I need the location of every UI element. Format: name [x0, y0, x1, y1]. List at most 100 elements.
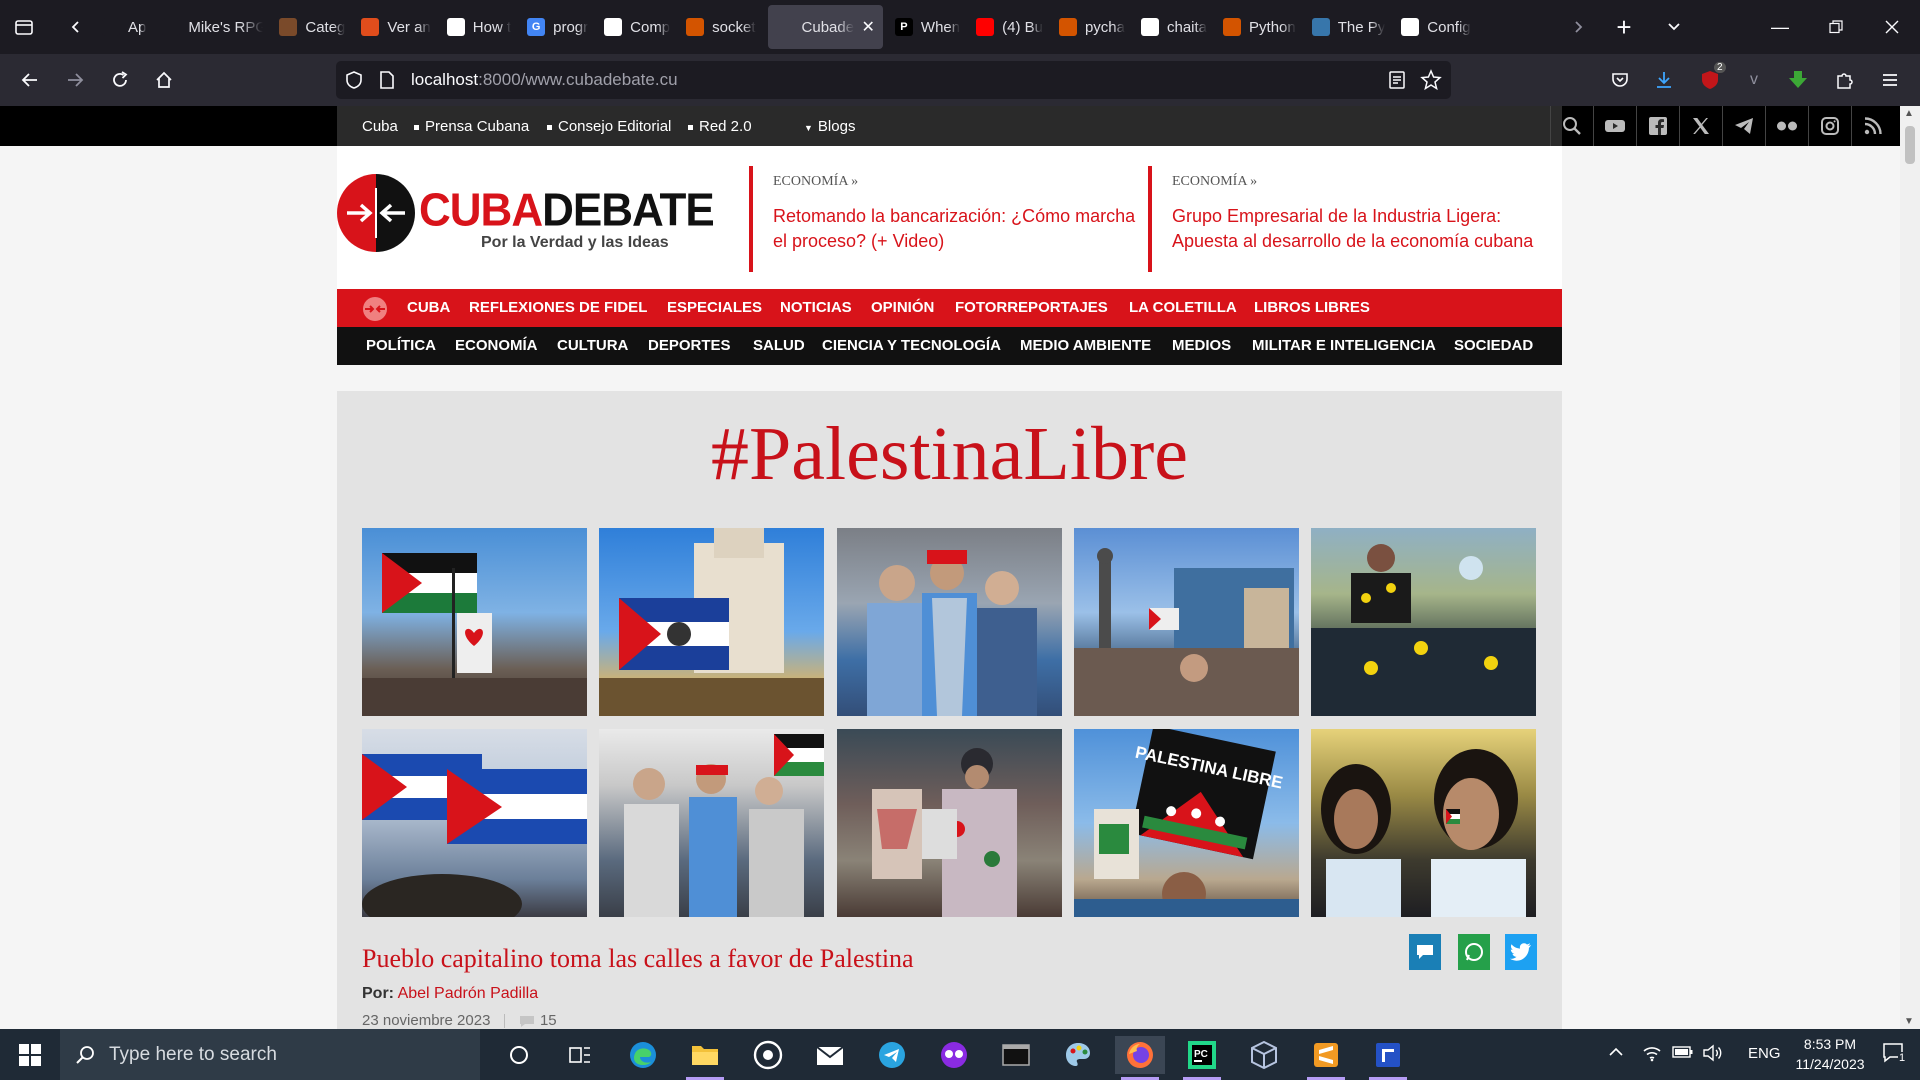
- gallery-photo[interactable]: PALESTINA LIBRE: [1074, 729, 1299, 917]
- headline-category[interactable]: ECONOMÍA »: [1172, 174, 1558, 190]
- menu-noticias[interactable]: NOTICIAS: [780, 299, 852, 316]
- ide-app[interactable]: [1363, 1036, 1413, 1080]
- pycharm-app[interactable]: PC: [1177, 1036, 1227, 1080]
- youtube-icon[interactable]: [1593, 106, 1636, 146]
- toplink-red-20[interactable]: Red 2.0: [688, 118, 752, 135]
- extensions-button[interactable]: [1826, 62, 1862, 98]
- reload-button[interactable]: [102, 62, 138, 98]
- firefox-app[interactable]: [1115, 1036, 1165, 1080]
- ublock-extension-button[interactable]: 2: [1692, 62, 1728, 98]
- gallery-photo[interactable]: [837, 729, 1062, 917]
- facebook-icon[interactable]: [1636, 106, 1679, 146]
- start-button[interactable]: [5, 1036, 55, 1074]
- clock[interactable]: 8:53 PM 11/24/2023: [1790, 1034, 1870, 1074]
- paint-app[interactable]: [1053, 1036, 1103, 1074]
- menu-medios[interactable]: MEDIOS: [1172, 337, 1231, 354]
- browser-tab[interactable]: Config: [1393, 5, 1478, 49]
- gallery-photo[interactable]: [1311, 729, 1536, 917]
- gallery-photo[interactable]: [599, 729, 824, 917]
- comment-count[interactable]: 15: [540, 1012, 557, 1029]
- feature-hashtag[interactable]: #PalestinaLibre: [337, 411, 1562, 498]
- menu-reflexiones-de-fidel[interactable]: REFLEXIONES DE FIDEL: [469, 299, 647, 316]
- headline-link[interactable]: Grupo Empresarial de la Industria Ligera…: [1172, 204, 1558, 254]
- share-chat-button[interactable]: [1409, 934, 1441, 970]
- article-title[interactable]: Pueblo capitalino toma las calles a favo…: [362, 944, 914, 974]
- menu-ciencia-y-tecnologia[interactable]: CIENCIA Y TECNOLOGÍA: [822, 337, 1001, 354]
- address-bar[interactable]: localhost:8000/www.cubadebate.cu: [336, 61, 1451, 99]
- browser-tab[interactable]: chaita: [1133, 5, 1215, 49]
- list-all-tabs-button[interactable]: [1654, 7, 1694, 47]
- gallery-photo[interactable]: [362, 528, 587, 716]
- browser-tab[interactable]: pycha: [1051, 5, 1133, 49]
- menu-medio-ambiente[interactable]: MEDIO AMBIENTE: [1020, 337, 1151, 354]
- telegram-icon[interactable]: [1722, 106, 1765, 146]
- menu-economia[interactable]: ECONOMÍA: [455, 337, 538, 354]
- gallery-photo[interactable]: [1074, 528, 1299, 716]
- headline-category[interactable]: ECONOMÍA »: [773, 174, 1139, 190]
- browser-tab[interactable]: How t: [439, 5, 519, 49]
- menu-cuba[interactable]: CUBA: [407, 299, 450, 316]
- menu-cultura[interactable]: CULTURA: [557, 337, 628, 354]
- browser-tab[interactable]: Python: [1215, 5, 1304, 49]
- headline-link[interactable]: Retomando la bancarización: ¿Cómo marcha…: [773, 204, 1139, 254]
- browser-tab[interactable]: (4) Bu: [968, 5, 1051, 49]
- terminal-app[interactable]: [991, 1036, 1041, 1074]
- home-emblem-icon[interactable]: [362, 296, 388, 322]
- browser-tab[interactable]: Ver an: [353, 5, 438, 49]
- share-twitter-button[interactable]: [1505, 934, 1537, 970]
- restore-button[interactable]: [1808, 0, 1864, 54]
- task-view-button[interactable]: [555, 1036, 605, 1074]
- close-tab-icon[interactable]: ✕: [862, 17, 875, 37]
- media-app[interactable]: [929, 1036, 979, 1074]
- back-button[interactable]: [12, 62, 48, 98]
- minimize-button[interactable]: —: [1752, 0, 1808, 54]
- instagram-icon[interactable]: [1808, 106, 1851, 146]
- menu-especiales[interactable]: ESPECIALES: [667, 299, 762, 316]
- rss-icon[interactable]: [1851, 106, 1894, 146]
- toplink-blogs[interactable]: ▼ Blogs: [804, 118, 855, 135]
- gallery-photo[interactable]: [362, 729, 587, 917]
- browser-tab[interactable]: Comp: [596, 5, 678, 49]
- menu-deportes[interactable]: DEPORTES: [648, 337, 731, 354]
- browser-tab[interactable]: Mike's RPG: [154, 5, 271, 49]
- browser-tab[interactable]: The Py: [1304, 5, 1394, 49]
- language-indicator[interactable]: ENG: [1748, 1045, 1781, 1062]
- browser-tab[interactable]: Ap: [94, 5, 154, 49]
- new-tab-button[interactable]: +: [1604, 7, 1644, 47]
- menu-la-coletilla[interactable]: LA COLETILLA: [1129, 299, 1237, 316]
- menu-libros-libres[interactable]: LIBROS LIBRES: [1254, 299, 1370, 316]
- browser-tab[interactable]: P When: [887, 5, 968, 49]
- obs-app[interactable]: [743, 1036, 793, 1074]
- volume-button[interactable]: [1702, 1044, 1724, 1066]
- cubadebate-logo[interactable]: CUBADEBATE Por la Verdad y las Ideas: [337, 174, 715, 264]
- file-explorer-app[interactable]: [680, 1036, 730, 1080]
- share-whatsapp-button[interactable]: [1458, 934, 1490, 970]
- x-twitter-icon[interactable]: [1679, 106, 1722, 146]
- telegram-app[interactable]: [867, 1036, 917, 1074]
- comment-icon[interactable]: [518, 1014, 536, 1029]
- menu-opinion[interactable]: OPINIÓN: [871, 299, 934, 316]
- toplink-cuba[interactable]: Cuba: [362, 118, 398, 135]
- menu-salud[interactable]: SALUD: [753, 337, 805, 354]
- browser-tab[interactable]: Cubade ✕: [767, 5, 883, 49]
- virtualbox-app[interactable]: [1239, 1036, 1289, 1074]
- network-button[interactable]: [1642, 1044, 1662, 1066]
- battery-button[interactable]: [1672, 1045, 1694, 1063]
- search-icon[interactable]: [1550, 106, 1593, 146]
- menu-militar-e-inteligencia[interactable]: MILITAR E INTELIGENCIA: [1252, 337, 1436, 354]
- cortana-button[interactable]: [494, 1036, 544, 1074]
- scroll-tabs-left-button[interactable]: [56, 7, 96, 47]
- show-hidden-icons-button[interactable]: [1608, 1044, 1624, 1064]
- browser-tab[interactable]: socket: [678, 5, 763, 49]
- scroll-up-icon[interactable]: ▲: [1904, 108, 1914, 119]
- menu-sociedad[interactable]: SOCIEDAD: [1454, 337, 1533, 354]
- flickr-icon[interactable]: [1765, 106, 1808, 146]
- gallery-photo[interactable]: [1311, 528, 1536, 716]
- edge-app[interactable]: [618, 1036, 668, 1074]
- menu-politica[interactable]: POLÍTICA: [366, 337, 436, 354]
- mail-app[interactable]: [805, 1036, 855, 1074]
- menu-fotorreportajes[interactable]: FOTORREPORTAJES: [955, 299, 1108, 316]
- taskbar-search-box[interactable]: Type here to search: [60, 1029, 480, 1080]
- downloads-button[interactable]: [1646, 62, 1682, 98]
- reader-view-icon[interactable]: [1388, 70, 1406, 90]
